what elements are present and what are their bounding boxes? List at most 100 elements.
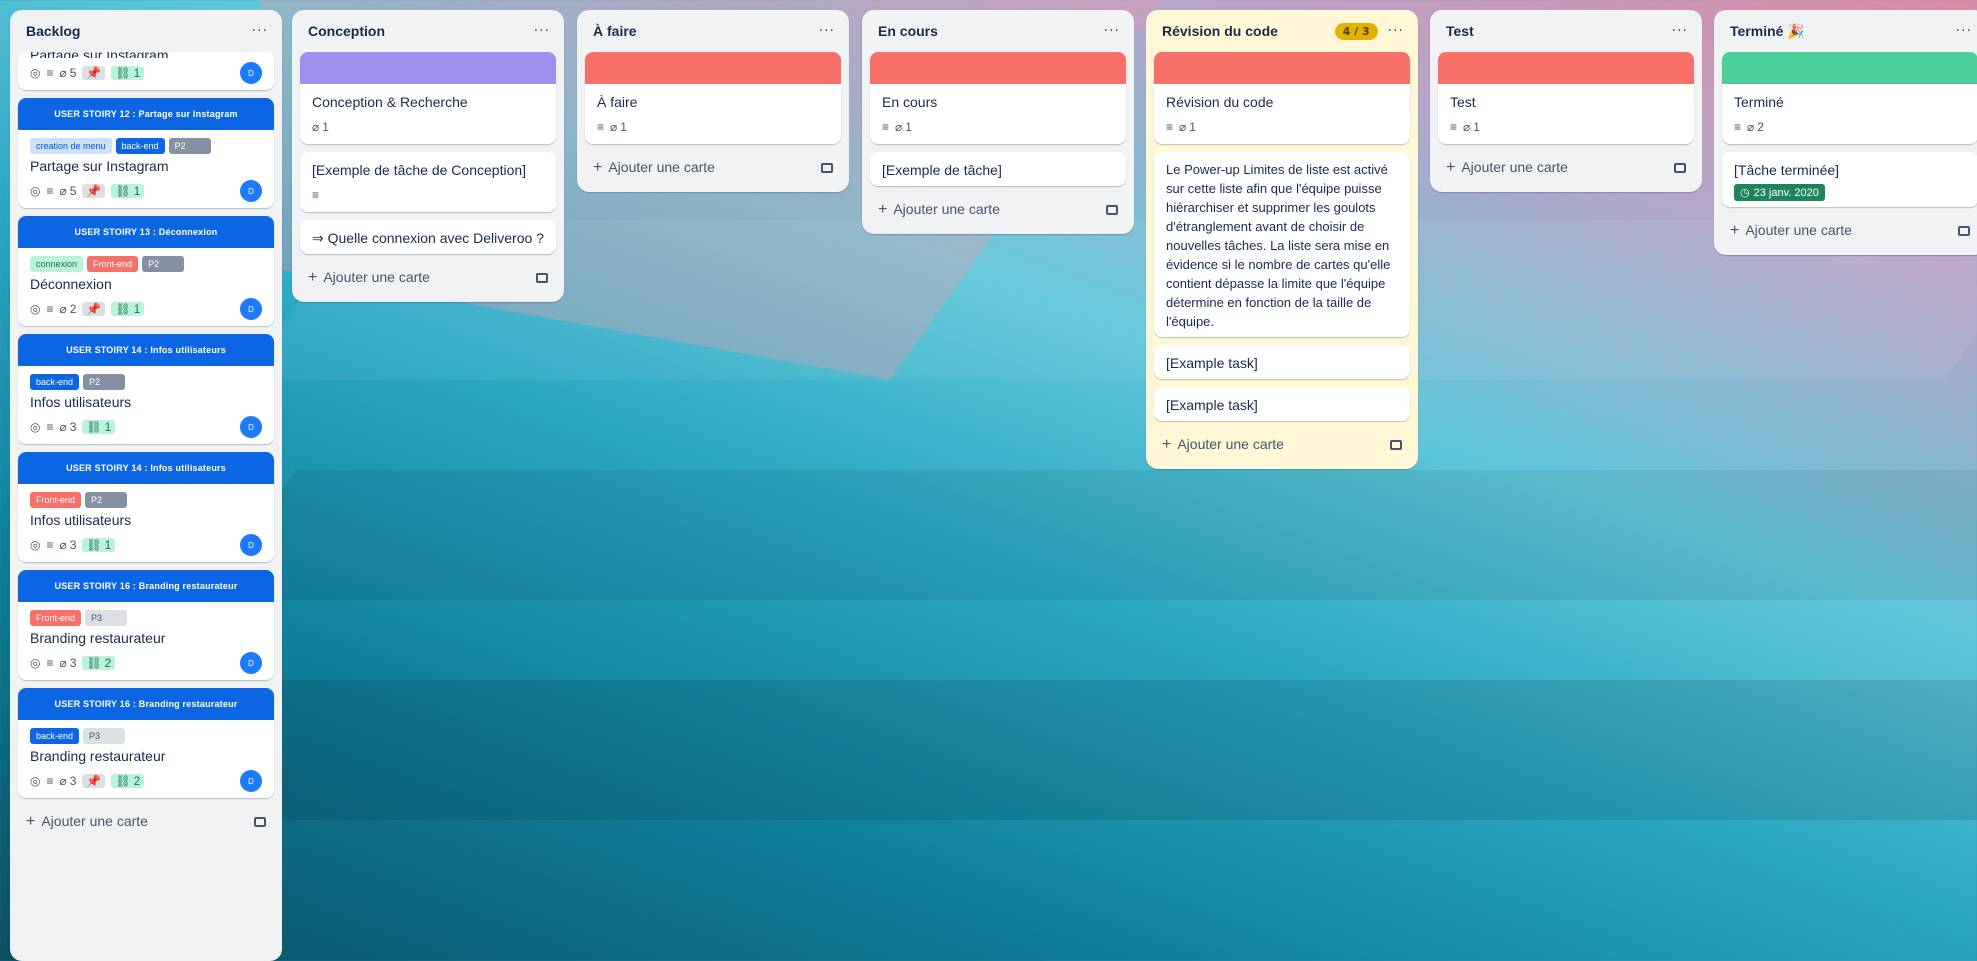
attachment-badge: ⌀ 1	[312, 120, 329, 134]
list-menu-button[interactable]: ···	[1956, 23, 1972, 39]
card-badges: ⌀ 1	[312, 116, 544, 138]
label[interactable]: back-end	[115, 138, 165, 154]
checklist-badge: ⛓ 2	[111, 774, 145, 788]
add-card-button[interactable]: + Ajouter une carte	[1154, 429, 1410, 461]
avatar[interactable]: D	[240, 298, 262, 320]
template-icon[interactable]	[1958, 226, 1970, 236]
card[interactable]: USER STOIRY 16 : Branding restaurateur ba…	[18, 688, 274, 798]
card[interactable]: [Exemple de tâche de Conception] ≡	[300, 152, 556, 212]
list-title[interactable]: Conception	[308, 23, 385, 39]
list-test[interactable]: Test ··· Test ≡ ⌀ 1 + Ajouter une carte	[1430, 10, 1702, 192]
attachment-count: 1	[620, 120, 627, 134]
card[interactable]: [Example task]	[1154, 345, 1410, 379]
label[interactable]: P3	[83, 728, 126, 744]
label[interactable]: back-end	[30, 374, 80, 390]
template-icon[interactable]	[1390, 440, 1402, 450]
label[interactable]: P2	[83, 374, 126, 390]
card-cover	[1722, 52, 1977, 84]
label[interactable]: P3	[85, 610, 128, 626]
avatar[interactable]: D	[240, 770, 262, 792]
card[interactable]: Test ≡ ⌀ 1	[1438, 52, 1694, 144]
template-icon[interactable]	[1106, 205, 1118, 215]
label[interactable]: back-end	[30, 728, 80, 744]
list-title[interactable]: Test	[1446, 23, 1474, 39]
card-body: back-end P3 Branding restaurateur ◎ ≡ ⌀ 3 📌 ⛓ 2 D	[18, 720, 274, 798]
list-menu-button[interactable]: ···	[819, 23, 835, 39]
add-card-button[interactable]: + Ajouter une carte	[18, 806, 274, 838]
plus-icon: +	[593, 159, 603, 176]
list-menu-button[interactable]: ···	[252, 23, 268, 39]
paperclip-icon: ⌀	[59, 538, 67, 552]
list-title[interactable]: Terminé 🎉	[1730, 23, 1805, 40]
label[interactable]: P2	[85, 492, 128, 508]
label[interactable]: connexion	[30, 256, 84, 272]
card[interactable]: USER STOIRY 16 : Branding restaurateur Fr…	[18, 570, 274, 680]
add-card-button[interactable]: + Ajouter une carte	[1722, 215, 1977, 247]
card[interactable]: USER STOIRY 13 : Déconnexion connexion Fro…	[18, 216, 274, 326]
card[interactable]: Partage sur Instagram ◎ ≡ ⌀5 📌 ⛓1 D	[18, 52, 274, 90]
card[interactable]: USER STOIRY 14 : Infos utilisateurs back-…	[18, 334, 274, 444]
due-date-badge[interactable]: ◷ 23 janv. 2020	[1734, 184, 1825, 201]
avatar[interactable]: D	[240, 534, 262, 556]
card[interactable]: En cours ≡ ⌀ 1	[870, 52, 1126, 144]
add-card-label: Ajouter une carte	[893, 201, 1000, 217]
list-terminé-[interactable]: Terminé 🎉 ··· Terminé ≡ ⌀ 2 [Tâche terminée] ◷ 2…	[1714, 10, 1977, 255]
list-title[interactable]: Révision du code	[1162, 23, 1278, 39]
template-icon[interactable]	[821, 163, 833, 173]
card[interactable]: USER STOIRY 14 : Infos utilisateurs Front…	[18, 452, 274, 562]
card[interactable]: [Tâche terminée] ◷ 23 janv. 2020	[1722, 152, 1977, 207]
avatar[interactable]: D	[240, 180, 262, 202]
card[interactable]: USER STOIRY 12 : Partage sur Instagram cr…	[18, 98, 274, 208]
card[interactable]: [Example task]	[1154, 387, 1410, 421]
list-title[interactable]: Backlog	[26, 23, 80, 39]
label[interactable]: Front-end	[30, 492, 82, 508]
add-card-button[interactable]: + Ajouter une carte	[870, 194, 1126, 226]
add-card-button[interactable]: + Ajouter une carte	[1438, 152, 1694, 184]
add-card-button[interactable]: + Ajouter une carte	[300, 262, 556, 294]
list-à-faire[interactable]: À faire ··· À faire ≡ ⌀ 1 + Ajouter une carte	[577, 10, 849, 192]
card[interactable]: Révision du code ≡ ⌀ 1	[1154, 52, 1410, 144]
card-body: back-end P2 Infos utilisateurs ◎ ≡ ⌀ 3 ⛓ 1 D	[18, 366, 274, 444]
list-conception[interactable]: Conception ··· Conception & Recherche ⌀ 1 [Ex…	[292, 10, 564, 302]
list-révision-du-code[interactable]: Révision du code 4 / 3 ··· Révision du code…	[1146, 10, 1418, 469]
card[interactable]: Conception & Recherche ⌀ 1	[300, 52, 556, 144]
card-title: Test	[1450, 94, 1476, 110]
card[interactable]: [Exemple de tâche]	[870, 152, 1126, 186]
list-title[interactable]: En cours	[878, 23, 938, 39]
avatar[interactable]: D	[240, 652, 262, 674]
label[interactable]: P2	[168, 138, 211, 154]
list-title[interactable]: À faire	[593, 23, 637, 39]
template-icon[interactable]	[254, 817, 266, 827]
card-title: Partage sur Instagram	[30, 158, 169, 174]
card[interactable]: À faire ≡ ⌀ 1	[585, 52, 841, 144]
list-menu-button[interactable]: ···	[1672, 23, 1688, 39]
list-header: Backlog ···	[18, 10, 274, 52]
paperclip-icon: ⌀	[610, 120, 618, 134]
paperclip-icon: ⌀	[59, 302, 67, 316]
avatar[interactable]: D	[240, 62, 262, 84]
card[interactable]: Terminé ≡ ⌀ 2	[1722, 52, 1977, 144]
label[interactable]: Front-end	[87, 256, 139, 272]
list-menu-button[interactable]: ···	[1388, 23, 1404, 39]
avatar[interactable]: D	[240, 416, 262, 438]
list-en-cours[interactable]: En cours ··· En cours ≡ ⌀ 1 [Exemple de tâche]…	[862, 10, 1134, 234]
template-icon[interactable]	[536, 273, 548, 283]
checklist-count: 1	[133, 184, 141, 198]
card[interactable]: ⇒ Quelle connexion avec Deliveroo ?	[300, 220, 556, 254]
paperclip-icon: ⌀	[59, 420, 67, 434]
card-cover	[1154, 52, 1410, 84]
list-backlog[interactable]: Backlog ··· Partage sur Instagram ◎ ≡ ⌀5…	[10, 10, 282, 961]
label[interactable]: Front-end	[30, 610, 82, 626]
card-badges: ◎ ≡ ⌀ 5 📌 ⛓ 1 D	[30, 180, 262, 202]
eye-icon: ◎	[30, 420, 41, 434]
label[interactable]: P2	[142, 256, 185, 272]
list-menu-button[interactable]: ···	[1104, 23, 1120, 39]
template-icon[interactable]	[1674, 163, 1686, 173]
label[interactable]: creation de menu	[30, 138, 112, 154]
card[interactable]: Le Power-up Limites de liste est activé …	[1154, 152, 1410, 337]
list-menu-button[interactable]: ···	[534, 23, 550, 39]
add-card-label: Ajouter une carte	[1745, 222, 1852, 238]
card-badges: ≡ ⌀ 1	[1166, 116, 1398, 138]
description-icon: ≡	[46, 774, 54, 788]
add-card-button[interactable]: + Ajouter une carte	[585, 152, 841, 184]
